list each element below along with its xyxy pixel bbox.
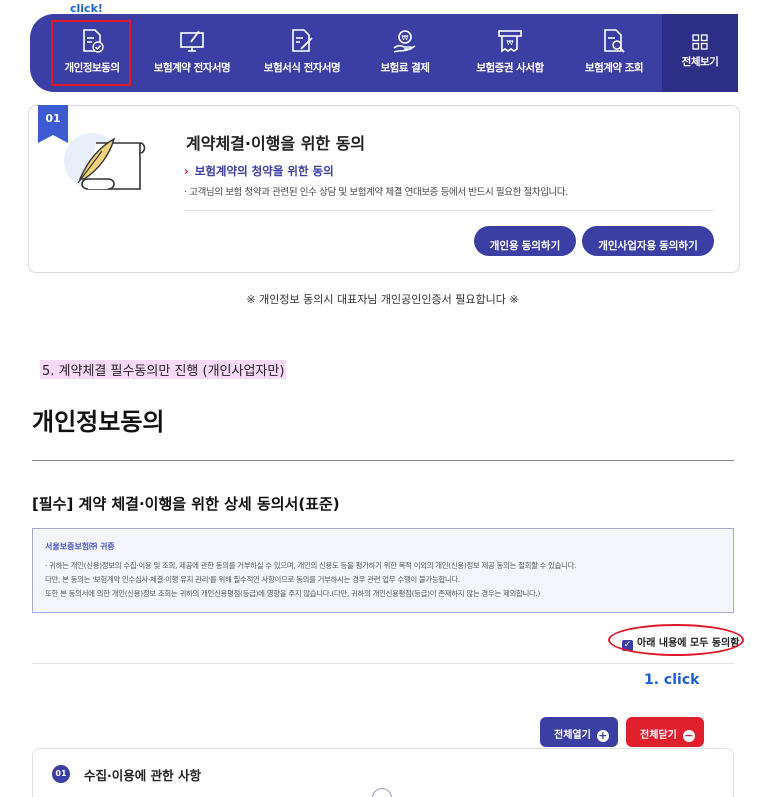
nav-item-premium-payment[interactable]: ₩ 보험료 결제: [356, 14, 454, 92]
section-title: [필수] 계약 체결·이행을 위한 상세 동의서(표준): [32, 495, 340, 513]
receipt-icon: ₩: [498, 30, 522, 53]
svg-text:₩: ₩: [402, 34, 409, 42]
collapse-all-label: 전체닫기: [640, 730, 677, 741]
nav-label: 보험계약 전자서명: [153, 62, 231, 74]
card-subtitle: › 보험계약의 청약을 위한 동의: [184, 163, 334, 179]
collapse-all-button[interactable]: 전체닫기 −: [626, 717, 704, 747]
service-navbar: 개인정보동의 보험계약 전자서명 보험서식 전자서명 ₩ 보험료 결제 ₩ 보험…: [30, 14, 738, 92]
info-line: 다만, 본 동의는 '보험계약 인수심사·체결·이행 유지 관리'를 위해 필수…: [45, 575, 460, 584]
svg-text:₩: ₩: [507, 39, 514, 47]
nav-label: 보험계약 조회: [584, 62, 644, 74]
card-subtitle-text: 보험계약의 청약을 위한 동의: [194, 164, 334, 178]
click-annotation: 1. click: [644, 672, 700, 688]
highlight-oval: [608, 624, 744, 656]
card-description: · 고객님의 보험 청약과 관련된 인수 상담 및 보험계약 체결 연대보증 등…: [184, 187, 568, 198]
consent-info-box: 서울보증보험㈜ 귀중 · 귀하는 개인(신용)정보의 수집·이용 및 조회, 제…: [32, 528, 734, 613]
chevron-right-icon: ›: [184, 164, 189, 178]
grid-icon: [692, 34, 708, 50]
certificate-notice: ※ 개인정보 동의시 대표자님 개인공인인증서 필요합니다 ※: [246, 293, 519, 306]
view-all-button[interactable]: 전체보기: [662, 14, 738, 92]
minus-icon: −: [682, 729, 695, 742]
accordion-number: 01: [52, 765, 70, 783]
card-title: 계약체결·이행을 위한 동의: [186, 134, 366, 153]
personal-consent-button[interactable]: 개인용 동의하기: [474, 226, 576, 256]
expand-all-label: 전체열기: [554, 730, 591, 741]
info-line: 또한 본 동의서에 의한 개인(신용)정보 조회는 귀하의 개인신용평점(등급)…: [45, 589, 541, 598]
highlight-box: [51, 20, 131, 86]
divider: [32, 460, 734, 461]
quill-scroll-icon: [64, 133, 146, 190]
document-search-icon: [604, 29, 625, 53]
nav-item-contract-inquiry[interactable]: 보험계약 조회: [566, 14, 662, 92]
nav-item-contract-esign[interactable]: 보험계약 전자서명: [138, 14, 246, 92]
step-5-annotation: 5. 계약체결 필수동의만 진행 (개인사업자만): [40, 360, 287, 379]
divider: [32, 663, 734, 664]
document-pen-icon: [292, 29, 313, 52]
expand-all-button[interactable]: 전체열기 +: [540, 717, 618, 747]
plus-icon: +: [596, 729, 609, 742]
monitor-pen-icon: [180, 30, 204, 52]
nav-item-form-esign[interactable]: 보험서식 전자서명: [248, 14, 356, 92]
nav-label: 보험료 결제: [380, 62, 430, 74]
nav-item-policy-mailbox[interactable]: ₩ 보험증권 사서함: [454, 14, 566, 92]
accordion-title: 수집·이용에 관한 사항: [84, 768, 201, 783]
info-line: · 귀하는 개인(신용)정보의 수집·이용 및 조회, 제공에 관한 동의를 거…: [45, 561, 577, 570]
view-all-label: 전체보기: [681, 56, 719, 68]
hand-coin-icon: ₩: [393, 30, 416, 53]
page-title: 개인정보동의: [32, 408, 165, 436]
divider: [184, 210, 714, 211]
nav-label: 보험서식 전자서명: [263, 62, 341, 74]
info-addressee: 서울보증보험㈜ 귀중: [45, 542, 115, 551]
nav-label: 보험증권 사서함: [476, 62, 544, 74]
business-consent-button[interactable]: 개인사업자용 동의하기: [582, 226, 714, 256]
